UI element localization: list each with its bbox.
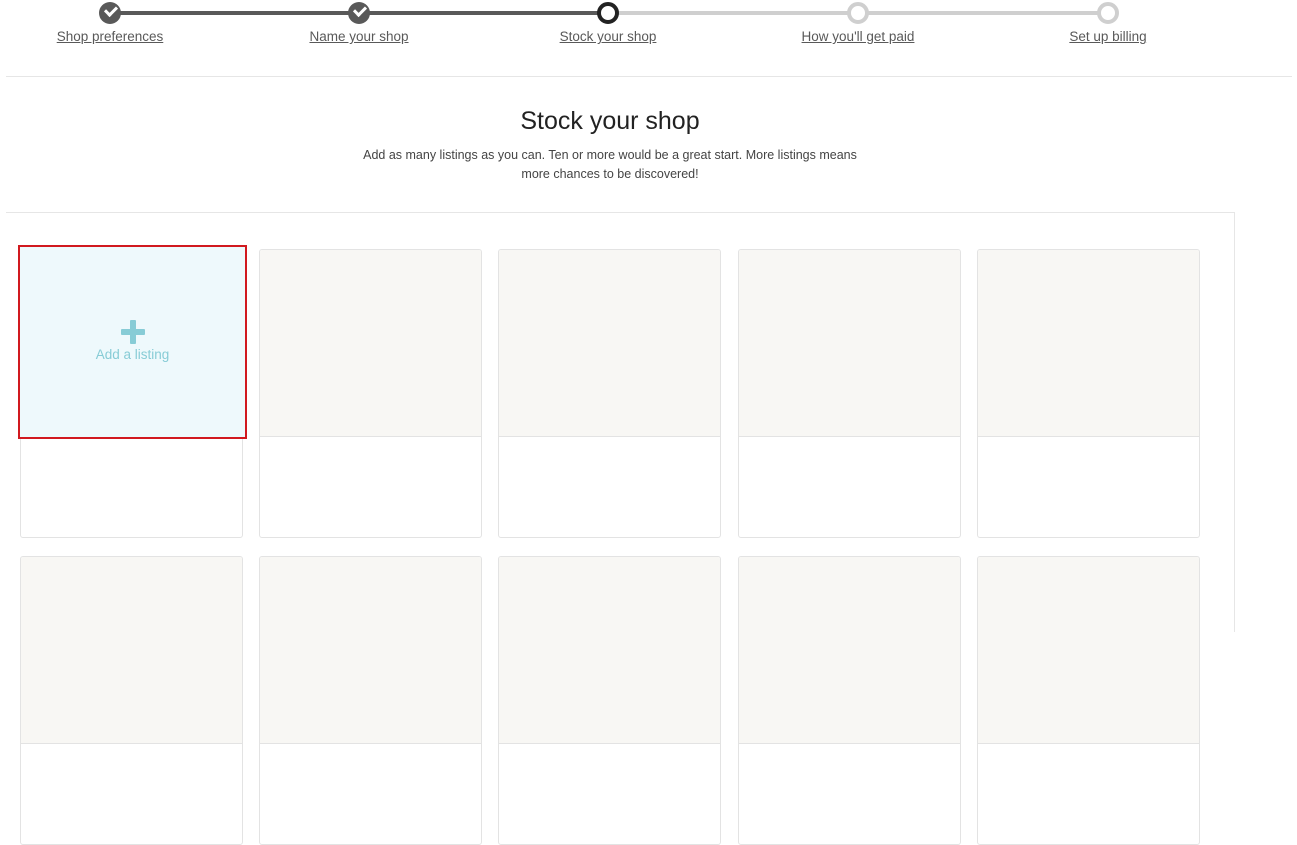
listing-placeholder-thumb [739, 250, 960, 437]
check-circle-icon [348, 2, 370, 24]
listing-placeholder-card [738, 556, 961, 845]
add-listing-label: Add a listing [95, 347, 170, 362]
listing-placeholder-card [20, 556, 243, 845]
listing-placeholder-card [259, 556, 482, 845]
listing-placeholder-card [259, 249, 482, 538]
listing-placeholder-thumb [260, 250, 481, 437]
add-listing-button[interactable]: Add a listing [18, 245, 247, 439]
listing-placeholder-card [498, 556, 721, 845]
listing-placeholder-thumb [499, 557, 720, 744]
step-link-set-up-billing[interactable]: Set up billing [1069, 29, 1146, 44]
listing-placeholder-card [977, 249, 1200, 538]
listing-placeholder-thumb [978, 250, 1199, 437]
listing-placeholder-thumb [499, 250, 720, 437]
listing-placeholder-thumb [21, 557, 242, 744]
step-how-youll-get-paid: How you'll get paid [758, 0, 958, 46]
listing-placeholder-thumb [260, 557, 481, 744]
header-divider [6, 76, 1292, 77]
step-link-stock-your-shop[interactable]: Stock your shop [560, 29, 657, 44]
step-shop-preferences: Shop preferences [10, 0, 210, 46]
progress-stepper: Shop preferences Name your shop Stock yo… [0, 0, 1297, 60]
step-stock-your-shop: Stock your shop [508, 0, 708, 46]
pending-step-circle-icon [847, 2, 869, 24]
step-set-up-billing: Set up billing [1008, 0, 1208, 46]
listing-placeholder-card [738, 249, 961, 538]
listing-placeholder-card [977, 556, 1200, 845]
plus-icon [121, 320, 145, 344]
listing-placeholder-card [498, 249, 721, 538]
check-circle-icon [99, 2, 121, 24]
step-name-your-shop: Name your shop [259, 0, 459, 46]
step-link-how-youll-get-paid[interactable]: How you'll get paid [802, 29, 915, 44]
subtitle-line-1: Add as many listings as you can. Ten or … [363, 148, 857, 162]
step-link-name-your-shop[interactable]: Name your shop [309, 29, 408, 44]
pending-step-circle-icon [1097, 2, 1119, 24]
page-subtitle: Add as many listings as you can. Ten or … [325, 146, 895, 184]
subtitle-line-2: more chances to be discovered! [521, 167, 699, 181]
current-step-circle-icon [597, 2, 619, 24]
step-link-shop-preferences[interactable]: Shop preferences [57, 29, 164, 44]
page-title: Stock your shop [520, 107, 700, 135]
listing-placeholder-thumb [739, 557, 960, 744]
listing-placeholder-thumb [978, 557, 1199, 744]
